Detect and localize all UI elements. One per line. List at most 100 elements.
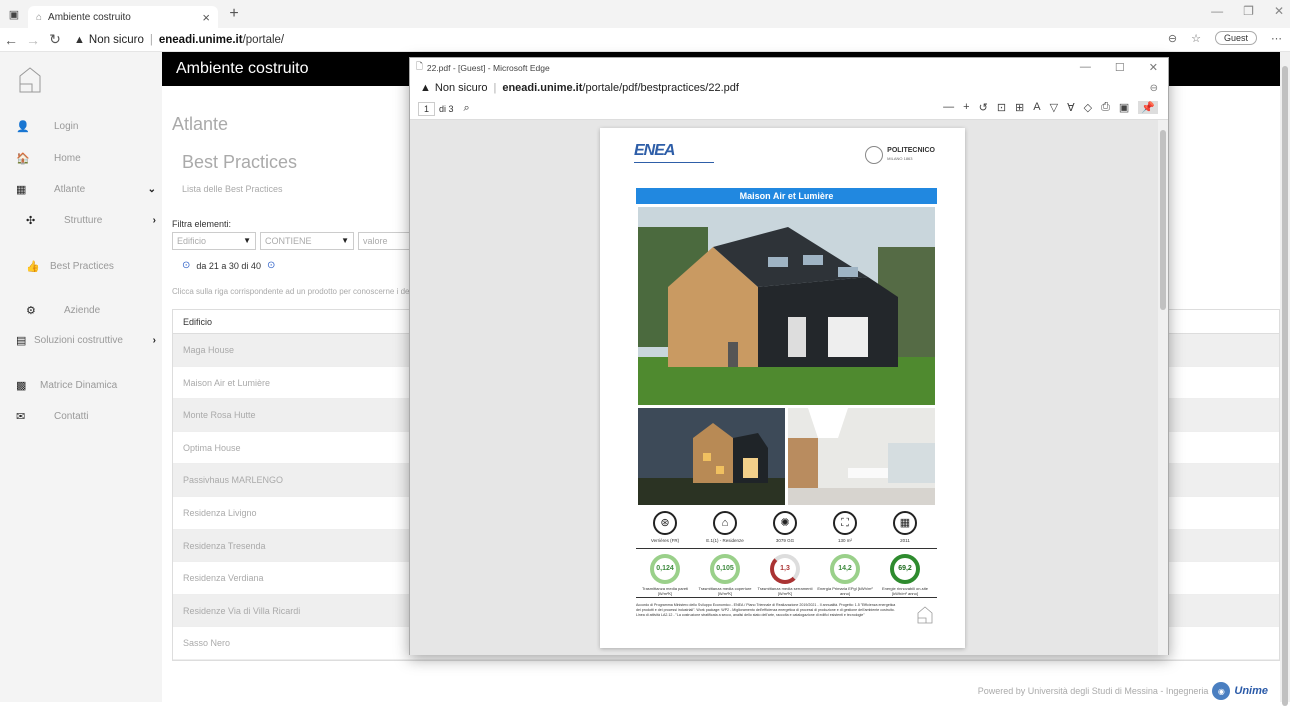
save-icon[interactable]: ▣ [1119, 101, 1129, 114]
read-aloud-icon[interactable]: A [1033, 101, 1040, 114]
user-icon: 👤 [16, 121, 30, 133]
url-path: /portale/pdf/bestpractices/22.pdf [582, 82, 739, 94]
scrollbar-thumb[interactable] [1160, 130, 1166, 310]
page-number-input[interactable]: 1 [418, 101, 436, 116]
reload-icon[interactable]: ↻ [44, 31, 66, 48]
pdf-scrollbar[interactable] [1158, 120, 1168, 655]
address-bar: ← → ↻ ▲ Non sicuro | eneadi.unime.it /po… [0, 28, 1290, 52]
sidebar-item-label: Home [54, 153, 81, 164]
url-host: eneadi.unime.it [502, 82, 583, 94]
close-window-icon[interactable]: ✕ [1274, 4, 1284, 18]
gauge-roofs: 0,105 Trasmittanza media coperture [W/m²… [696, 554, 754, 596]
zoom-out-icon[interactable]: — [943, 101, 954, 114]
gauge-windows: 1,3 Trasmittanza media serramenti [W/m²K… [756, 554, 814, 596]
sidebar-item-home[interactable]: 🏠 Home [16, 152, 156, 165]
search-icon[interactable]: ⌕ [464, 102, 470, 115]
pdf-viewer: ENEA POLITECNICO MILANO 1863 Maison Air … [410, 120, 1160, 655]
previous-page-icon[interactable]: ⊙ [182, 260, 190, 271]
chevron-down-icon: ▼ [341, 236, 349, 245]
footer-brand[interactable]: Unime [1234, 685, 1268, 697]
print-icon[interactable]: ⎙ [1101, 101, 1110, 114]
area-icon: ⛶ [833, 511, 857, 535]
pin-icon[interactable]: 📌 [1138, 101, 1158, 114]
zoom-icon[interactable]: ⊖ [1168, 32, 1177, 45]
tab-actions-icon[interactable]: ▣ [0, 0, 28, 28]
browser-tab[interactable]: ⌂ Ambiente costruito × [28, 6, 218, 28]
sidebar-item-aziende[interactable]: ⚙ Aziende [26, 304, 166, 317]
politecnico-text: POLITECNICO MILANO 1863 [887, 147, 935, 163]
gears-icon: ⚙ [26, 305, 36, 317]
window-controls: — ❐ ✕ [1211, 4, 1284, 18]
rotate-icon[interactable]: ↺ [979, 101, 988, 114]
gauge-caption: Energia Primaria EPgl [kWh/m² anno] [817, 586, 873, 596]
filter-operator-select[interactable]: CONTIENE ▼ [260, 232, 354, 250]
scrollbar-thumb[interactable] [1282, 66, 1288, 706]
house-night-photo [638, 408, 785, 505]
house-main-photo [638, 207, 935, 405]
forward-icon[interactable]: → [22, 32, 44, 48]
sidebar-item-matrice-dinamica[interactable]: ▩ Matrice Dinamica [16, 379, 156, 392]
enea-logo-line [634, 162, 714, 168]
zoom-icon[interactable]: ⊖ [1150, 83, 1158, 94]
close-window-icon[interactable]: ✕ [1149, 61, 1158, 74]
location-icon: ⊛ [653, 511, 677, 535]
sidebar-item-atlante[interactable]: ▦ Atlante ⌄ [16, 183, 156, 196]
enea-logo: ENEA [634, 142, 675, 159]
maximize-icon[interactable]: ☐ [1115, 61, 1125, 74]
document-icon: ▤ [16, 335, 27, 347]
indicator-caption: E.1(1) - Residenze [706, 538, 744, 543]
indicator-caption: 130 m² [837, 538, 852, 543]
more-icon[interactable]: ⋯ [1271, 32, 1282, 45]
site-title: Ambiente costruito [176, 60, 309, 77]
new-tab-button[interactable]: + [222, 2, 246, 26]
document-footnote: Accordo di Programma Ministero dello Svi… [636, 603, 896, 617]
pdf-toolbar: 1 di 3 ⌕ — + ↺ ⊡ ⊞ A ▽ ∀ ◇ ⎙ ▣ 📌 [410, 98, 1168, 120]
sidebar-item-label: Best Practices [50, 261, 114, 272]
profile-button[interactable]: Guest [1214, 31, 1257, 45]
url-field[interactable]: ▲ Non sicuro | eneadi.unime.it /portale/ [74, 34, 284, 46]
highlight-icon[interactable]: ∀ [1067, 101, 1075, 114]
draw-icon[interactable]: ▽ [1050, 101, 1058, 114]
favorites-icon[interactable]: ☆ [1191, 32, 1201, 45]
performance-gauges-row: 0,124 Trasmittanza media pareti [W/m²K] … [636, 552, 937, 598]
filter-field-select[interactable]: Edificio ▼ [172, 232, 256, 250]
zoom-in-icon[interactable]: + [963, 101, 969, 114]
gauge-ring: 0,105 [710, 554, 740, 584]
sidebar-item-login[interactable]: 👤 Login [16, 120, 156, 133]
filter-operator-value: CONTIENE [265, 236, 312, 246]
indicator-caption: 3079 GG [775, 538, 795, 543]
climate-icon: ✺ [773, 511, 797, 535]
pdf-address-bar[interactable]: ▲ Non sicuro | eneadi.unime.it /portale/… [410, 78, 1168, 98]
sidebar-item-contatti[interactable]: ✉ Contatti [16, 410, 156, 423]
sidebar-item-soluzioni-costruttive[interactable]: ▤ Soluzioni costruttive › [16, 334, 156, 347]
table-icon: ▦ [16, 184, 27, 196]
gauge-caption: Trasmittanza media pareti [W/m²K] [641, 586, 689, 596]
warning-icon: ▲ [420, 82, 431, 94]
page-scrollbar[interactable] [1280, 52, 1290, 706]
house-interior-photo [788, 408, 935, 505]
erase-icon[interactable]: ◇ [1084, 101, 1092, 114]
page-favicon-icon: ⌂ [36, 11, 43, 23]
sidebar-item-strutture[interactable]: ✣ Strutture › [26, 214, 156, 227]
next-page-icon[interactable]: ⊙ [267, 260, 275, 271]
calculator-icon: ▩ [16, 380, 27, 392]
gauge-ring: 14,2 [830, 554, 860, 584]
pagination: ⊙ da 21 a 30 di 40 ⊙ [182, 260, 275, 271]
back-icon[interactable]: ← [0, 32, 22, 48]
close-tab-icon[interactable]: × [202, 10, 210, 25]
page-view-icon[interactable]: ⊞ [1015, 101, 1024, 114]
sidebar-item-best-practices[interactable]: 👍 Best Practices [26, 260, 166, 273]
indicator-building-type: ⌂ E.1(1) - Residenze [696, 511, 754, 543]
site-logo-icon[interactable] [18, 66, 42, 94]
fit-page-icon[interactable]: ⊡ [997, 101, 1006, 114]
indicator-year: ▦ 2011 [876, 511, 934, 543]
table-hint: Clicca sulla riga corrispondente ad un p… [172, 287, 412, 296]
minimize-icon[interactable]: — [1080, 61, 1091, 74]
calendar-icon: ▦ [893, 511, 917, 535]
page-title: Best Practices [182, 152, 298, 172]
sidebar: 👤 Login 🏠 Home ▦ Atlante ⌄ ✣ Strutture ›… [0, 52, 162, 702]
warning-icon: ▲ [74, 33, 85, 46]
restore-icon[interactable]: ❐ [1243, 4, 1254, 18]
minimize-icon[interactable]: — [1211, 4, 1223, 18]
page-footer: Powered by Università degli Studi di Mes… [978, 682, 1268, 700]
